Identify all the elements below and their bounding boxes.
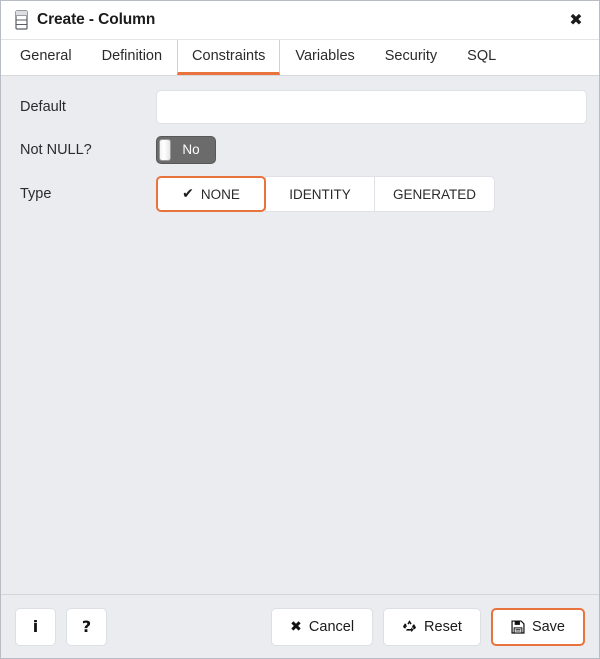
- not-null-label: Not NULL?: [20, 142, 92, 158]
- dialog-titlebar: Create - Column ✖: [1, 1, 599, 39]
- type-option-identity-label: IDENTITY: [289, 186, 351, 202]
- type-button-group: ✔ NONE IDENTITY GENERATED: [156, 176, 587, 212]
- default-label: Default: [20, 99, 66, 115]
- save-button[interactable]: Save: [490, 607, 585, 646]
- tab-constraints[interactable]: Constraints: [177, 40, 281, 75]
- cancel-button-label: Cancel: [308, 618, 355, 635]
- type-label: Type: [20, 186, 52, 202]
- save-button-label: Save: [531, 618, 565, 635]
- default-row: Default: [13, 90, 587, 124]
- dialog-title: Create - Column: [37, 11, 156, 28]
- tab-definition[interactable]: Definition: [87, 40, 177, 75]
- type-option-none-label: NONE: [200, 186, 240, 202]
- reset-button[interactable]: Reset: [383, 607, 481, 646]
- not-null-row: Not NULL? No: [13, 136, 587, 164]
- question-mark-icon: ?: [81, 617, 92, 636]
- not-null-toggle[interactable]: No: [156, 136, 216, 164]
- type-row: Type ✔ NONE IDENTITY GENERATED: [13, 176, 587, 212]
- column-icon: [15, 10, 28, 30]
- type-option-generated[interactable]: GENERATED: [374, 176, 496, 212]
- type-option-generated-label: GENERATED: [393, 186, 477, 202]
- info-button[interactable]: i: [15, 607, 56, 646]
- type-option-identity[interactable]: IDENTITY: [265, 176, 375, 212]
- not-null-control: No: [156, 136, 587, 164]
- footer-left-group: i ?: [15, 607, 107, 646]
- toggle-knob: [159, 139, 171, 161]
- default-control: [156, 90, 587, 124]
- tab-security[interactable]: Security: [370, 40, 452, 75]
- floppy-disk-icon: [511, 619, 525, 634]
- create-column-dialog: Create - Column ✖ General Definition Con…: [0, 0, 600, 659]
- tab-general[interactable]: General: [5, 40, 87, 75]
- tab-bar: General Definition Constraints Variables…: [1, 39, 599, 76]
- recycle-icon: [402, 619, 417, 634]
- check-icon: ✔: [182, 186, 194, 202]
- close-button[interactable]: ✖: [565, 9, 587, 31]
- info-icon: i: [32, 617, 39, 636]
- close-x-icon: ✖: [290, 618, 302, 635]
- default-input[interactable]: [156, 90, 587, 124]
- dialog-footer: i ? ✖ Cancel Reset Save: [1, 594, 599, 658]
- type-option-none[interactable]: ✔ NONE: [156, 176, 266, 212]
- constraints-panel: Default Not NULL? No Type ✔ NONE IDENTIT…: [1, 76, 599, 594]
- tab-sql[interactable]: SQL: [452, 40, 511, 75]
- cancel-button[interactable]: ✖ Cancel: [271, 607, 374, 646]
- not-null-toggle-value: No: [182, 142, 200, 158]
- footer-right-group: ✖ Cancel Reset Save: [271, 607, 585, 646]
- type-control: ✔ NONE IDENTITY GENERATED: [156, 176, 587, 212]
- titlebar-left: Create - Column: [15, 10, 155, 30]
- close-icon: ✖: [569, 10, 583, 29]
- tab-variables[interactable]: Variables: [280, 40, 369, 75]
- help-button[interactable]: ?: [66, 607, 107, 646]
- reset-button-label: Reset: [424, 618, 462, 635]
